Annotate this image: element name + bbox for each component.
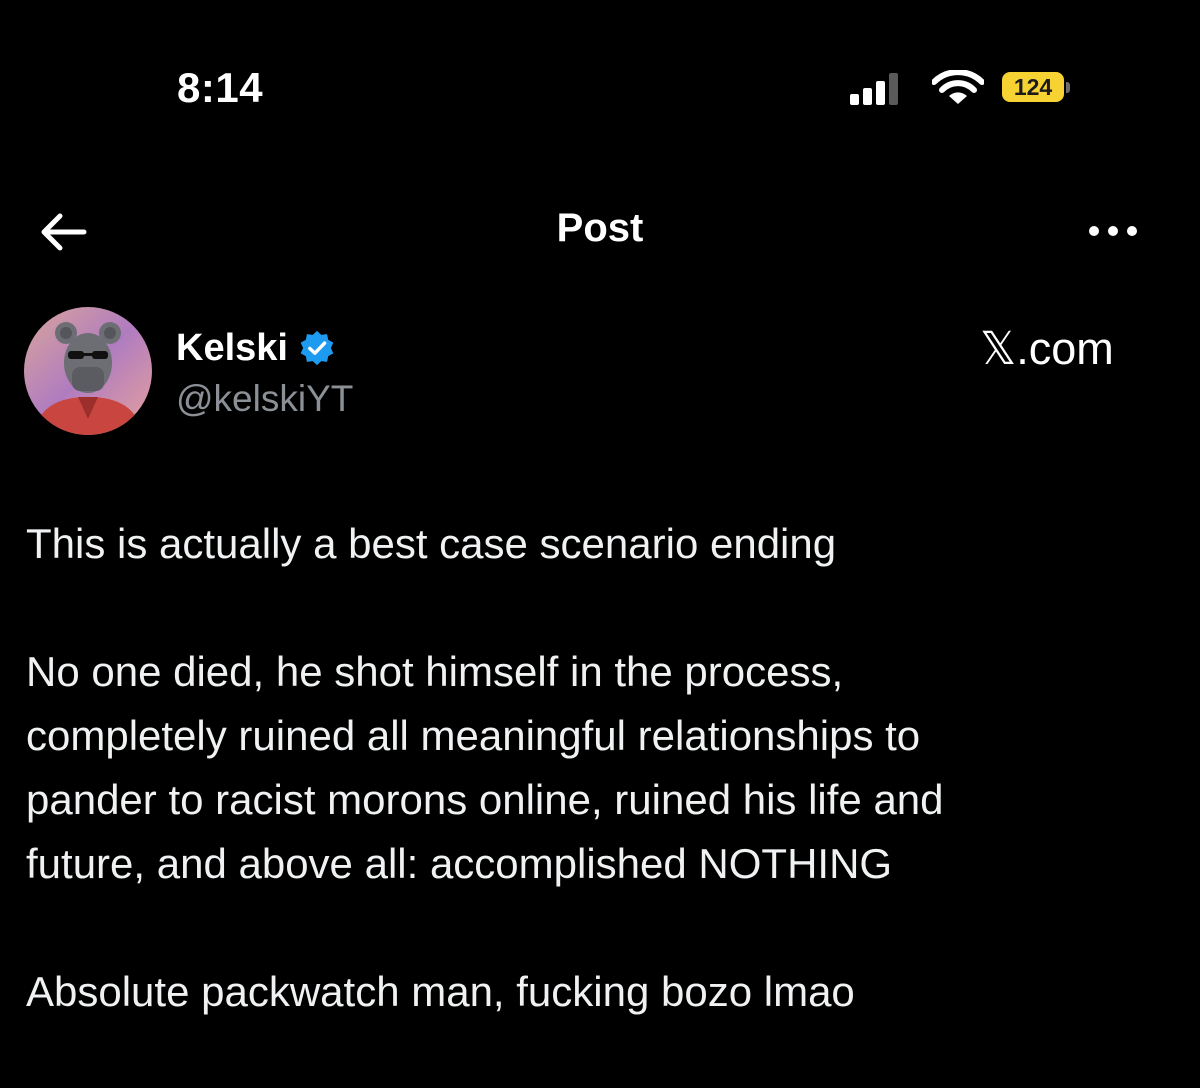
post-paragraph: Absolute packwatch man, fucking bozo lma… <box>26 968 855 1015</box>
page-title: Post <box>556 206 644 250</box>
avatar-image <box>24 307 152 435</box>
author-name-row[interactable]: Kelski <box>176 324 336 372</box>
wifi-icon <box>932 70 984 104</box>
watermark-logo: 𝕏.com <box>980 323 1114 374</box>
author-handle[interactable]: @kelskiYT <box>176 378 353 420</box>
avatar[interactable] <box>24 307 152 435</box>
author-name[interactable]: Kelski <box>176 327 288 370</box>
status-time: 8:14 <box>177 64 264 111</box>
verified-badge-icon <box>300 330 334 366</box>
status-icons: 124 <box>850 68 1110 110</box>
post-text: This is actually a best case scenario en… <box>26 512 1176 1088</box>
battery-level: 124 <box>1013 74 1053 100</box>
battery-charging-icon: 124 <box>1002 72 1072 104</box>
ellipsis-icon <box>1089 226 1137 236</box>
cellular-signal-icon <box>850 73 898 105</box>
post-paragraph: No one died, he shot himself in the proc… <box>26 648 944 887</box>
post-paragraph: This is actually a best case scenario en… <box>26 520 837 567</box>
battery-cap <box>1066 82 1070 93</box>
more-options-button[interactable] <box>1082 216 1146 246</box>
